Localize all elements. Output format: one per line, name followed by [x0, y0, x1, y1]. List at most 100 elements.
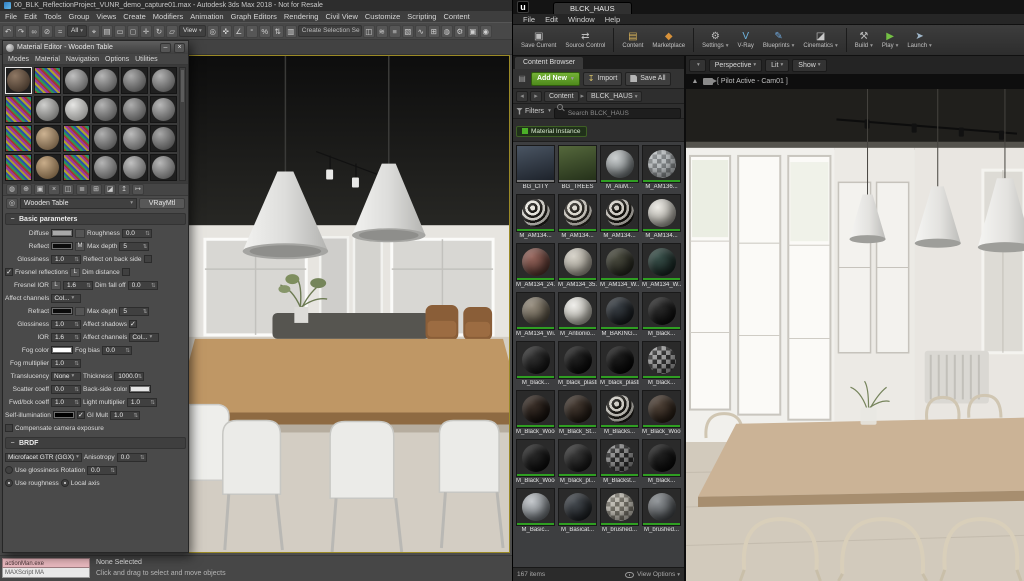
spinner-arrows-icon[interactable]	[151, 282, 156, 289]
map-button[interactable]	[75, 229, 85, 238]
dropdown[interactable]: Col...	[51, 294, 81, 303]
edit-named-selections-icon[interactable]: ▥	[285, 25, 297, 38]
value-spinner[interactable]: 0.0	[122, 229, 152, 238]
me-menu-modes[interactable]: Modes	[6, 56, 31, 63]
select-and-rotate-icon[interactable]: ↻	[153, 25, 165, 38]
v-ray-button[interactable]: VV-Ray	[734, 30, 758, 50]
ue-menu-help[interactable]: Help	[601, 15, 624, 24]
ue-titlebar[interactable]: u BLCK_HAUS	[513, 0, 1024, 14]
material-name-dropdown[interactable]: Wooden Table	[20, 198, 137, 209]
get-material-icon[interactable]: ◍	[6, 184, 18, 195]
save-all-button[interactable]: Save All	[625, 72, 670, 86]
curve-editor-icon[interactable]: ∿	[415, 25, 427, 38]
reference-coordinate-dropdown[interactable]: View	[179, 25, 206, 37]
redo-icon[interactable]: ↷	[15, 25, 27, 38]
value-spinner[interactable]: 1.0	[51, 398, 81, 407]
spinner-arrows-icon[interactable]	[145, 230, 150, 237]
render-setup-icon[interactable]: ⚙	[454, 25, 466, 38]
spinner-arrows-icon[interactable]	[86, 282, 91, 289]
value-spinner[interactable]: 1.0	[51, 255, 81, 264]
material-sample-slot[interactable]	[121, 125, 148, 152]
asset-item[interactable]: M_AM134...	[642, 194, 681, 239]
spinner-arrows-icon[interactable]	[140, 454, 145, 461]
material-sample-slot[interactable]	[34, 67, 61, 94]
material-sample-slot[interactable]	[5, 125, 32, 152]
dropdown[interactable]: None	[51, 372, 81, 381]
value-spinner[interactable]: 0.0	[102, 346, 132, 355]
value-spinner[interactable]: 0.0	[51, 385, 81, 394]
value-spinner[interactable]: 1.0	[51, 320, 81, 329]
max-menu-scripting[interactable]: Scripting	[404, 12, 439, 21]
material-sample-slot[interactable]	[92, 154, 119, 181]
spinner-arrows-icon[interactable]	[110, 467, 115, 474]
material-editor-titlebar[interactable]: Material Editor - Wooden Table ‒ ×	[3, 41, 188, 54]
marketplace-button[interactable]: ◆Marketplace	[648, 30, 689, 50]
make-copy-icon[interactable]: ◫	[62, 184, 74, 195]
select-and-move-icon[interactable]: ✛	[140, 25, 152, 38]
material-sample-slot[interactable]	[5, 96, 32, 123]
launch-button[interactable]: ➤Launch	[903, 30, 935, 50]
me-menu-options[interactable]: Options	[103, 56, 131, 63]
value-spinner[interactable]: 1.0	[51, 359, 81, 368]
asset-item[interactable]: M_Basic...	[516, 488, 555, 533]
spinner-arrows-icon[interactable]	[74, 360, 79, 367]
asset-item[interactable]: M_AM134...	[600, 194, 639, 239]
material-instance-filter-chip[interactable]: Material Instance	[516, 126, 587, 137]
snaps-toggle-icon[interactable]: ∠	[233, 25, 245, 38]
play-button[interactable]: ▶Play	[878, 30, 902, 50]
map-button[interactable]: L	[51, 281, 61, 290]
radio-button[interactable]	[5, 466, 13, 474]
back-button[interactable]: ◂	[516, 91, 528, 102]
color-swatch[interactable]	[51, 307, 73, 315]
spinner-arrows-icon[interactable]	[125, 347, 130, 354]
material-sample-slot[interactable]	[92, 125, 119, 152]
max-menu-group[interactable]: Group	[66, 12, 93, 21]
max-menu-file[interactable]: File	[2, 12, 20, 21]
rollout-basic-parameters[interactable]: − Basic parameters	[5, 213, 186, 225]
named-selection-set-field[interactable]: Create Selection Se	[298, 25, 362, 37]
material-sample-slot[interactable]	[63, 154, 90, 181]
ue-menu-window[interactable]: Window	[564, 15, 599, 24]
max-menu-create[interactable]: Create	[120, 12, 149, 21]
max-menu-edit[interactable]: Edit	[21, 12, 40, 21]
asset-item[interactable]: M_AM134_24...	[516, 243, 555, 288]
viewport-options-dropdown[interactable]	[689, 59, 706, 72]
schematic-view-icon[interactable]: ⊞	[428, 25, 440, 38]
show-in-viewport-icon[interactable]: ◪	[104, 184, 116, 195]
map-button[interactable]: L	[70, 268, 80, 277]
me-menu-material[interactable]: Material	[33, 56, 62, 63]
source-control-button[interactable]: ⇄Source Control	[561, 30, 609, 50]
max-menu-views[interactable]: Views	[93, 12, 119, 21]
material-sample-slot[interactable]	[121, 67, 148, 94]
value-spinner[interactable]: 0.0	[128, 281, 158, 290]
spinner-arrows-icon[interactable]	[138, 373, 143, 380]
rectangular-selection-icon[interactable]: ▭	[114, 25, 126, 38]
mirror-icon[interactable]: ◫	[363, 25, 375, 38]
ue-menu-edit[interactable]: Edit	[541, 15, 562, 24]
ue-scene[interactable]	[686, 89, 1024, 581]
value-spinner[interactable]: 0.0	[87, 466, 117, 475]
settings-button[interactable]: ⚙Settings	[698, 30, 732, 50]
max-menu-tools[interactable]: Tools	[41, 12, 65, 21]
radio-button[interactable]	[61, 479, 69, 487]
max-menu-customize[interactable]: Customize	[362, 12, 403, 21]
material-sample-slot[interactable]	[150, 96, 177, 123]
asset-item[interactable]: M_AM136...	[642, 145, 681, 190]
asset-item[interactable]: M_Antionio...	[558, 292, 597, 337]
dropdown[interactable]: Col...	[129, 333, 159, 342]
color-swatch[interactable]	[51, 229, 73, 237]
maxscript-mini-listener[interactable]: actionMan.exe MAXScript MA	[2, 558, 90, 578]
asset-item[interactable]: M_AM134_35...	[558, 243, 597, 288]
color-swatch[interactable]	[129, 385, 151, 393]
select-by-name-icon[interactable]: ▤	[101, 25, 113, 38]
select-and-manipulate-icon[interactable]: ✜	[220, 25, 232, 38]
me-menu-navigation[interactable]: Navigation	[64, 56, 101, 63]
value-spinner[interactable]: 1.6	[63, 281, 93, 290]
ue-menu-file[interactable]: File	[519, 15, 539, 24]
window-crossing-icon[interactable]: ◻	[127, 25, 139, 38]
spinner-arrows-icon[interactable]	[74, 321, 79, 328]
sources-panel-icon[interactable]: ▤	[516, 73, 528, 85]
perspective-dropdown[interactable]: Perspective	[709, 59, 762, 72]
listener-line-1[interactable]: actionMan.exe	[2, 558, 90, 568]
color-swatch[interactable]	[51, 242, 73, 250]
